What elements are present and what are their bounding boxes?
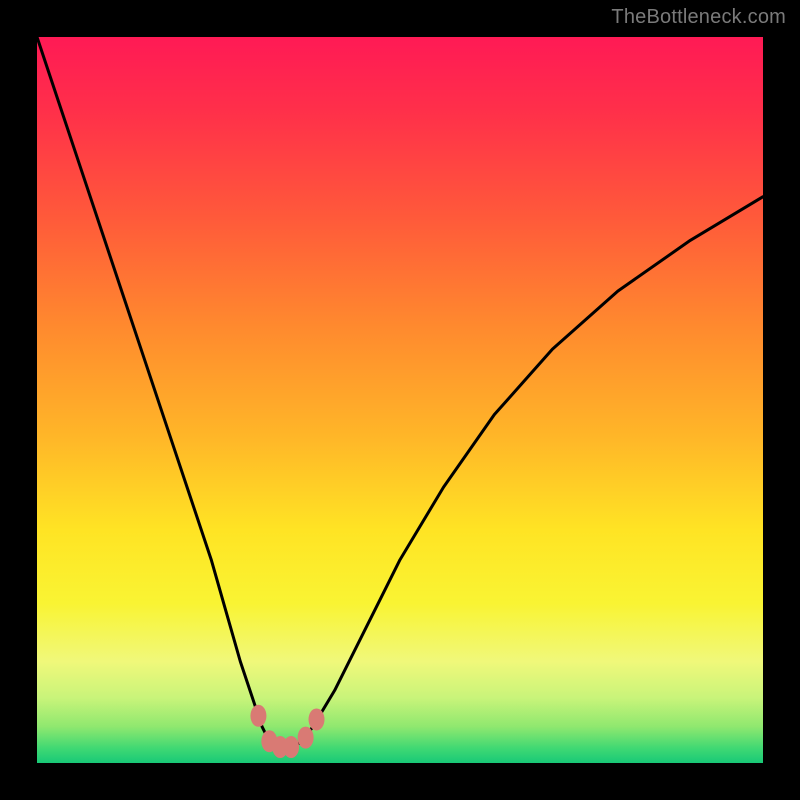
plot-area	[37, 37, 763, 763]
curve-markers	[250, 705, 324, 758]
bottleneck-curve	[37, 37, 763, 748]
watermark-text: TheBottleneck.com	[611, 6, 786, 29]
chart-frame: TheBottleneck.com	[0, 0, 800, 800]
curve-marker	[250, 705, 266, 727]
curve-marker	[298, 727, 314, 749]
chart-svg	[37, 37, 763, 763]
curve-marker	[283, 736, 299, 758]
curve-marker	[309, 708, 325, 730]
